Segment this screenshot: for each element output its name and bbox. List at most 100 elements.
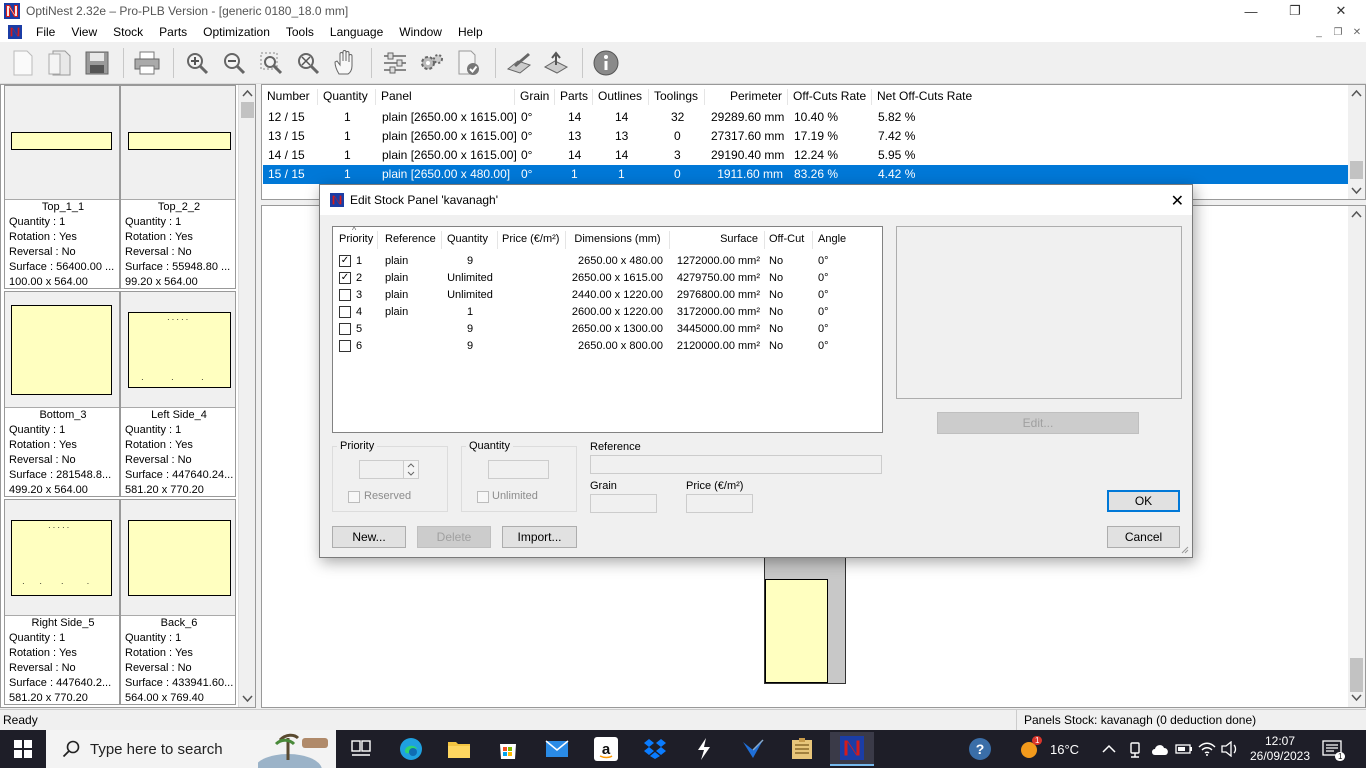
- reserved-checkbox[interactable]: [348, 491, 360, 503]
- col-price[interactable]: Price (€/m²): [498, 231, 566, 249]
- scroll-up-arrow-icon[interactable]: [242, 89, 253, 97]
- notes-app-icon[interactable]: [787, 734, 817, 764]
- col-toolings[interactable]: Toolings: [649, 89, 705, 105]
- part-card-back-6[interactable]: Back_6 Quantity : 1 Rotation : Yes Rever…: [120, 499, 236, 705]
- part-card-top-1-1[interactable]: Top_1_1 Quantity : 1 Rotation : Yes Reve…: [4, 85, 120, 289]
- col-net-offcuts-rate[interactable]: Net Off-Cuts Rate: [872, 89, 1002, 105]
- cancel-button[interactable]: Cancel: [1107, 526, 1180, 548]
- stock-row[interactable]: 4 plain 1 2600.00 x 1220.00 3172000.00 m…: [333, 304, 882, 321]
- notification-center-icon[interactable]: 1: [1322, 730, 1346, 768]
- menu-help[interactable]: Help: [450, 25, 491, 39]
- col-priority[interactable]: ^ Priority: [333, 225, 378, 249]
- open-document-icon[interactable]: [43, 46, 77, 80]
- table-row[interactable]: 13 / 15 1 plain [2650.00 x 1615.00] 0° 1…: [263, 127, 1348, 146]
- sketchup-layout-icon[interactable]: [689, 734, 719, 764]
- menu-parts[interactable]: Parts: [151, 25, 195, 39]
- scrollbar-thumb[interactable]: [1350, 658, 1363, 692]
- col-surface[interactable]: Surface: [670, 231, 765, 249]
- scroll-down-arrow-icon[interactable]: [1351, 187, 1362, 195]
- row-checkbox[interactable]: [339, 306, 351, 318]
- menu-view[interactable]: View: [63, 25, 105, 39]
- col-reference[interactable]: Reference: [378, 231, 442, 249]
- mail-icon[interactable]: [542, 734, 572, 764]
- scroll-up-arrow-icon[interactable]: [1351, 210, 1362, 218]
- col-dimensions[interactable]: Dimensions (mm): [566, 231, 670, 249]
- stock-row[interactable]: 5 9 2650.00 x 1300.00 3445000.00 mm² No …: [333, 321, 882, 338]
- table-row-selected[interactable]: 15 / 15 1 plain [2650.00 x 480.00] 0° 1 …: [263, 165, 1348, 184]
- file-explorer-icon[interactable]: [444, 734, 474, 764]
- menu-window[interactable]: Window: [391, 25, 450, 39]
- table-row[interactable]: 14 / 15 1 plain [2650.00 x 1615.00] 0° 1…: [263, 146, 1348, 165]
- col-offcuts-rate[interactable]: Off-Cuts Rate: [788, 89, 872, 105]
- menu-optimization[interactable]: Optimization: [195, 25, 278, 39]
- part-card-right-side-5[interactable]: ····· · · · · Right Side_5 Quantity : 1 …: [4, 499, 120, 705]
- spin-down-icon[interactable]: [407, 471, 415, 476]
- edge-browser-icon[interactable]: [396, 734, 426, 764]
- menu-tools[interactable]: Tools: [278, 25, 322, 39]
- priority-spinner[interactable]: [359, 460, 419, 479]
- optinest-taskbar-icon[interactable]: [830, 732, 874, 766]
- start-button[interactable]: [0, 730, 46, 768]
- col-parts[interactable]: Parts: [555, 89, 593, 105]
- close-button[interactable]: ✕: [1318, 0, 1364, 22]
- grain-field[interactable]: [590, 494, 657, 513]
- save-icon[interactable]: [80, 46, 114, 80]
- resize-grip-icon[interactable]: [1181, 546, 1189, 554]
- scroll-down-arrow-icon[interactable]: [242, 695, 253, 703]
- help-icon[interactable]: ?: [968, 730, 992, 768]
- taskbar-search-box[interactable]: Type here to search: [46, 730, 336, 768]
- new-button[interactable]: New...: [332, 526, 406, 548]
- amazon-icon[interactable]: a: [591, 734, 621, 764]
- delete-button[interactable]: Delete: [417, 526, 491, 548]
- edit-button[interactable]: Edit...: [937, 412, 1139, 434]
- show-hidden-icons-icon[interactable]: [1102, 730, 1116, 768]
- mdi-restore-button[interactable]: ❐: [1329, 24, 1347, 40]
- zoom-out-icon[interactable]: [217, 46, 251, 80]
- edit-notes-icon[interactable]: [502, 46, 536, 80]
- onedrive-cloud-icon[interactable]: [1150, 730, 1170, 768]
- reference-field[interactable]: [590, 455, 882, 474]
- ok-button[interactable]: OK: [1107, 490, 1180, 512]
- mdi-minimize-button[interactable]: _: [1310, 24, 1328, 40]
- row-checkbox[interactable]: [339, 323, 351, 335]
- zoom-in-icon[interactable]: [180, 46, 214, 80]
- stock-row[interactable]: ✓ 2 plain Unlimited 2650.00 x 1615.00 42…: [333, 270, 882, 287]
- scrollbar-thumb[interactable]: [241, 102, 254, 118]
- col-quantity[interactable]: Quantity: [318, 89, 376, 105]
- print-icon[interactable]: [130, 46, 164, 80]
- task-view-icon[interactable]: [346, 734, 376, 764]
- col-quantity[interactable]: Quantity: [442, 231, 498, 249]
- minimize-button[interactable]: —: [1228, 0, 1274, 22]
- meet-now-icon[interactable]: [1127, 730, 1143, 768]
- restore-button[interactable]: ❐: [1272, 0, 1318, 22]
- unlimited-checkbox[interactable]: [477, 491, 489, 503]
- col-panel[interactable]: Panel: [376, 89, 515, 105]
- col-number[interactable]: Number: [262, 89, 318, 105]
- info-icon[interactable]: [589, 46, 623, 80]
- zoom-fit-icon[interactable]: [291, 46, 325, 80]
- row-checkbox[interactable]: [339, 289, 351, 301]
- scrollbar-thumb[interactable]: [1350, 161, 1363, 179]
- table-row[interactable]: 12 / 15 1 plain [2650.00 x 1615.00] 0° 1…: [263, 108, 1348, 127]
- col-angle[interactable]: Angle: [813, 231, 882, 249]
- col-grain[interactable]: Grain: [515, 89, 555, 105]
- wifi-icon[interactable]: [1198, 730, 1216, 768]
- row-checkbox-checked[interactable]: ✓: [339, 255, 351, 267]
- import-button[interactable]: Import...: [502, 526, 577, 548]
- part-card-top-2-2[interactable]: Top_2_2 Quantity : 1 Rotation : Yes Reve…: [120, 85, 236, 289]
- document-logo-icon[interactable]: [8, 25, 22, 39]
- optimization-settings-icon[interactable]: [415, 46, 449, 80]
- menu-stock[interactable]: Stock: [105, 25, 151, 39]
- microsoft-store-icon[interactable]: [493, 734, 523, 764]
- menu-file[interactable]: File: [28, 25, 63, 39]
- col-outlines[interactable]: Outlines: [593, 89, 649, 105]
- menu-language[interactable]: Language: [322, 25, 391, 39]
- stock-row[interactable]: 3 plain Unlimited 2440.00 x 1220.00 2976…: [333, 287, 882, 304]
- col-offcut[interactable]: Off-Cut: [765, 231, 813, 249]
- mdi-close-button[interactable]: ✕: [1348, 24, 1366, 40]
- stock-row[interactable]: 6 9 2650.00 x 800.00 2120000.00 mm² No 0…: [333, 338, 882, 355]
- dropbox-icon[interactable]: [640, 734, 670, 764]
- export-icon[interactable]: [539, 46, 573, 80]
- stock-row[interactable]: ✓ 1 plain 9 2650.00 x 480.00 1272000.00 …: [333, 253, 882, 270]
- row-checkbox[interactable]: [339, 340, 351, 352]
